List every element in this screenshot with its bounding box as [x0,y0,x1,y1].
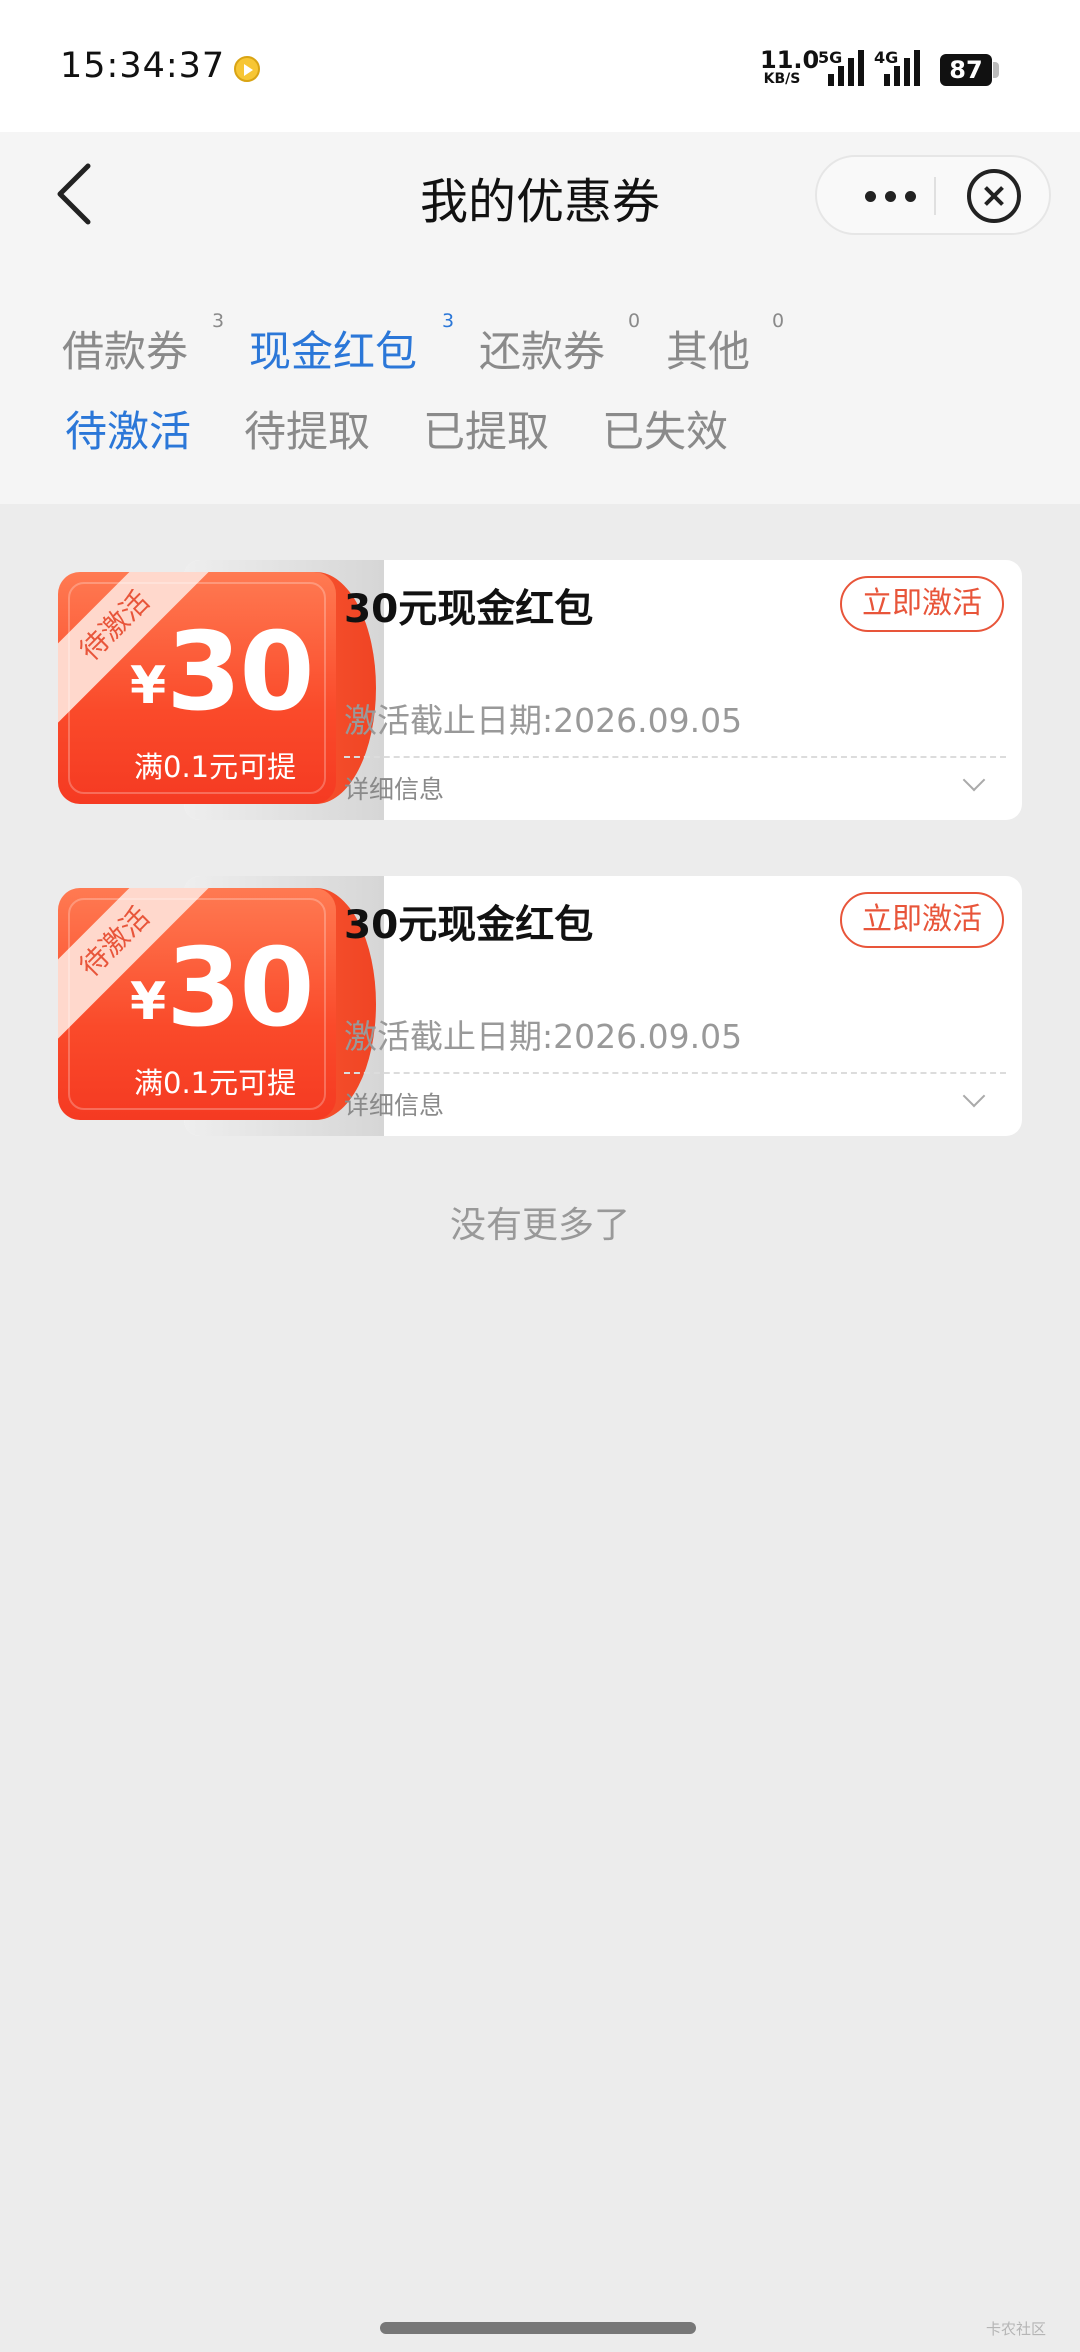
signal-4g-icon: 4G [874,48,920,86]
tab-loan-coupon[interactable]: 借款券 [62,318,188,379]
detail-info-toggle[interactable]: 详细信息 [344,770,444,806]
network-speed-unit: KB/S [763,71,801,87]
capsule-divider [934,177,936,215]
coupon-ticket: 待激活 ¥30 满0.1元可提 [58,888,336,1120]
coupon-status-ribbon: 待激活 [58,888,217,1044]
battery-level: 87 [949,56,983,84]
coupon-threshold: 满0.1元可提 [134,750,297,784]
close-circle-icon[interactable] [967,169,1021,223]
status-bar: 15:34:37 11.0 KB/S 5G 4G 87 [0,0,1080,132]
currency-symbol: ¥ [130,656,167,716]
activate-button[interactable]: 立即激活 [840,892,1004,948]
no-more-text: 没有更多了 [449,1205,630,1246]
dashed-divider [344,756,1006,758]
activate-button[interactable]: 立即激活 [840,576,1004,632]
detail-info-toggle[interactable]: 详细信息 [344,1086,444,1122]
subtab-pending-withdrawal[interactable]: 待提取 [244,398,370,459]
coupon-ticket: 待激活 ¥30 满0.1元可提 [58,572,336,804]
battery-tip [993,62,999,78]
subtab-pending-activation[interactable]: 待激活 [65,398,191,459]
coupon-deadline: 激活截止日期:2026.09.05 [344,701,743,740]
currency-symbol: ¥ [130,972,167,1032]
coupon-amount-value: 30 [166,926,314,1051]
video-app-icon [234,56,260,82]
coupon-amount: ¥30 [130,926,314,1051]
coupon-status-ribbon: 待激活 [58,572,217,728]
tab-cash-red-packet-count: 3 [442,310,455,332]
tab-loan-coupon-count: 3 [212,310,225,332]
coupon-card[interactable]: 待激活 ¥30 满0.1元可提 30元现金红包 立即激活 激活截止日期:2026… [58,560,1022,820]
coupon-title: 30元现金红包 [344,587,594,632]
tab-cash-red-packet[interactable]: 现金红包 [249,318,417,379]
status-time: 15:34:37 [60,46,226,86]
coupon-amount: ¥30 [130,610,314,735]
coupon-title: 30元现金红包 [344,903,594,948]
network-speed: 11.0 KB/S [760,46,820,87]
subtab-expired[interactable]: 已失效 [602,398,728,459]
mini-program-capsule [815,155,1051,235]
subtab-withdrawn[interactable]: 已提取 [423,398,549,459]
network-speed-value: 11.0 [760,46,820,74]
sim2-label: 4G [874,48,899,67]
watermark: 卡农社区 [986,2320,1047,2338]
tab-repayment-coupon[interactable]: 还款券 [479,318,605,379]
tab-other[interactable]: 其他 [666,318,750,379]
coupon-deadline: 激活截止日期:2026.09.05 [344,1017,743,1056]
tab-other-count: 0 [772,310,785,332]
home-indicator[interactable] [380,2322,696,2334]
dashed-divider [344,1072,1006,1074]
tab-repayment-coupon-count: 0 [628,310,641,332]
coupon-amount-value: 30 [166,610,314,735]
signal-5g-icon: 5G [818,48,864,86]
sim1-label: 5G [818,48,843,67]
more-dots-icon[interactable] [837,157,927,233]
coupon-threshold: 满0.1元可提 [134,1066,297,1100]
battery-icon: 87 [940,54,992,86]
coupon-card[interactable]: 待激活 ¥30 满0.1元可提 30元现金红包 立即激活 激活截止日期:2026… [58,876,1022,1136]
